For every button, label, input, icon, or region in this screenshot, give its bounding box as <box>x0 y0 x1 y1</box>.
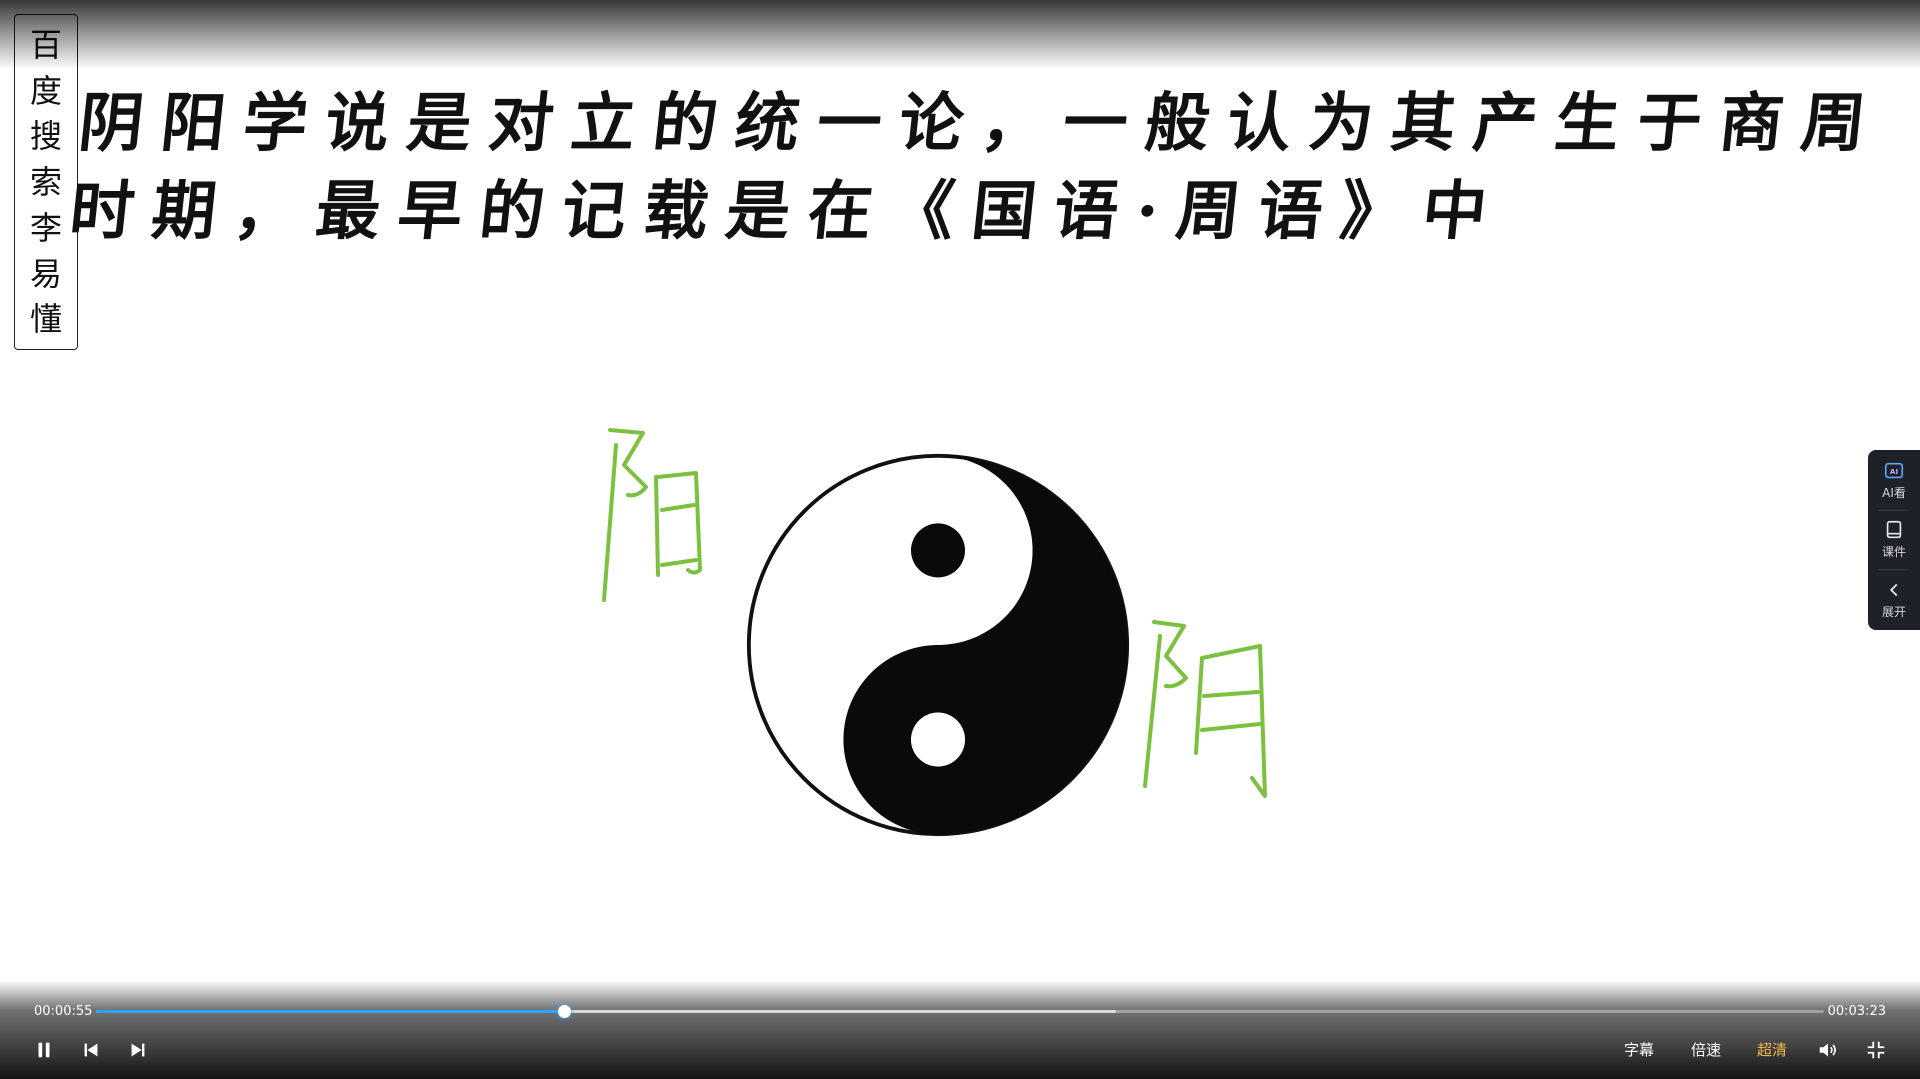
watermark-char: 易 <box>29 254 62 293</box>
watermark-char: 懂 <box>29 300 62 339</box>
volume-icon <box>1819 1043 1836 1057</box>
video-canvas[interactable]: 百 度 搜 索 李 易 懂 阴阳学说是对立的统一论，一般认为其产生于商周 时期，… <box>0 0 1920 1079</box>
pause-button[interactable] <box>30 1036 58 1064</box>
watermark-char: 百 <box>29 25 62 64</box>
watermark-char: 搜 <box>29 117 62 156</box>
side-item-courseware[interactable]: 课件 <box>1882 519 1906 560</box>
previous-button[interactable] <box>77 1036 105 1064</box>
exit-fullscreen-icon <box>1867 1041 1885 1059</box>
ai-watch-icon: AI <box>1884 463 1904 479</box>
watermark-char: 索 <box>29 163 62 201</box>
current-time: 00:00:55 <box>34 1004 93 1019</box>
pause-icon <box>38 1042 50 1058</box>
yin-handwritten-label <box>1143 620 1267 798</box>
watermark-char: 度 <box>29 71 62 110</box>
svg-text:AI: AI <box>1890 468 1899 477</box>
side-panel: AI AI看 课件 展开 <box>1868 450 1920 630</box>
heading-line-1: 阴阳学说是对立的统一论，一般认为其产生于商周 <box>75 86 1888 161</box>
volume-button[interactable] <box>1814 1036 1842 1064</box>
speed-button[interactable]: 倍速 <box>1691 1039 1721 1060</box>
watermark-badge: 百 度 搜 索 李 易 懂 <box>14 14 78 350</box>
yang-handwritten-label <box>602 428 702 602</box>
side-divider <box>1879 509 1909 511</box>
total-time: 00:03:23 <box>1827 1004 1886 1019</box>
progress-handle[interactable] <box>558 1005 572 1018</box>
slide-heading: 阴阳学说是对立的统一论，一般认为其产生于商周 时期，最早的记载是在《国语·周语》… <box>66 80 1888 256</box>
side-item-expand[interactable]: 展开 <box>1882 579 1906 620</box>
side-item-label: 展开 <box>1881 604 1906 619</box>
exit-fullscreen-button[interactable] <box>1862 1036 1890 1064</box>
subtitle-button[interactable]: 字幕 <box>1624 1039 1654 1060</box>
side-item-label: 课件 <box>1881 545 1906 560</box>
heading-line-2: 时期，最早的记载是在《国语·周语》中 <box>66 174 1509 249</box>
side-item-ai-watch[interactable]: AI AI看 <box>1882 460 1906 501</box>
skip-previous-icon <box>84 1043 98 1057</box>
side-divider <box>1879 569 1909 571</box>
chevron-left-icon <box>1889 583 1898 596</box>
skip-next-icon <box>131 1043 145 1057</box>
side-item-label: AI看 <box>1882 486 1906 501</box>
progress-bar[interactable] <box>96 1005 1824 1018</box>
next-button[interactable] <box>124 1036 152 1064</box>
yin-yang-symbol <box>746 453 1130 837</box>
player-control-bar: 00:00:55 00:03:23 字幕 倍速 超清 <box>0 980 1920 1079</box>
watermark-char: 李 <box>29 208 62 247</box>
progress-played <box>96 1010 565 1013</box>
book-icon <box>1886 521 1902 539</box>
quality-button[interactable]: 超清 <box>1757 1039 1787 1060</box>
